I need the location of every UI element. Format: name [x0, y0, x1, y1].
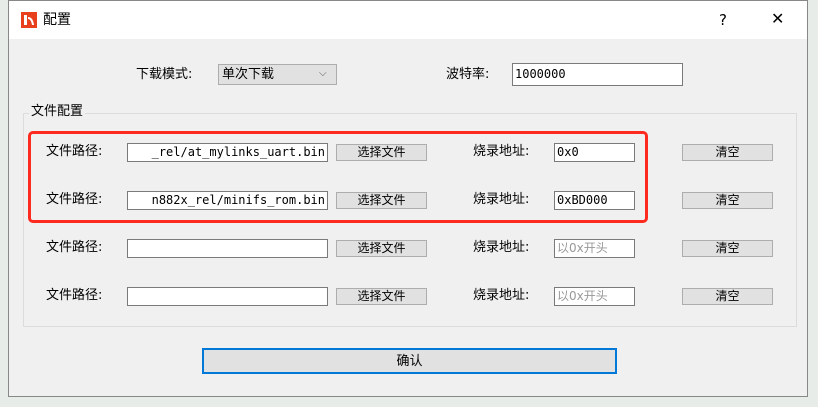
flash-address-label: 烧录地址: — [473, 144, 530, 159]
file-path-label: 文件路径: — [46, 288, 103, 303]
choose-file-button[interactable]: 选择文件 — [336, 288, 427, 305]
close-button[interactable]: ✕ — [771, 10, 784, 28]
file-path-input[interactable] — [127, 287, 328, 306]
file-path-input[interactable]: _rel/at_mylinks_uart.bin — [127, 143, 328, 162]
choose-file-button[interactable]: 选择文件 — [336, 192, 427, 209]
download-mode-select[interactable]: 单次下载 ⌵ — [218, 64, 337, 85]
confirm-button[interactable]: 确认 — [202, 348, 617, 374]
clear-button[interactable]: 清空 — [682, 240, 773, 257]
download-mode-value: 单次下载 — [222, 67, 275, 82]
flash-address-input[interactable]: 以0x开头 — [554, 287, 635, 306]
choose-file-button[interactable]: 选择文件 — [336, 240, 427, 257]
config-dialog: 配置 ? ✕ 下载模式: 单次下载 ⌵ 波特率: 1000000 文件配置 文件… — [8, 0, 808, 397]
dialog-title: 配置 — [43, 12, 71, 28]
file-path-label: 文件路径: — [46, 144, 103, 159]
file-path-input[interactable]: n882x_rel/minifs_rom.bin — [127, 191, 328, 210]
file-path-label: 文件路径: — [46, 240, 103, 255]
baud-label: 波特率: — [446, 67, 490, 82]
clear-button[interactable]: 清空 — [682, 192, 773, 209]
title-bar: 配置 ? ✕ — [9, 1, 807, 39]
baud-input[interactable]: 1000000 — [512, 63, 683, 86]
file-path-input[interactable] — [127, 239, 328, 258]
group-title: 文件配置 — [29, 103, 86, 121]
file-path-label: 文件路径: — [46, 192, 103, 207]
flash-address-input[interactable]: 以0x开头 — [554, 239, 635, 258]
download-mode-label: 下载模式: — [136, 67, 193, 82]
clear-button[interactable]: 清空 — [682, 288, 773, 305]
clear-button[interactable]: 清空 — [682, 144, 773, 161]
flash-address-input[interactable]: 0x0 — [554, 143, 635, 162]
chevron-down-icon: ⌵ — [319, 68, 327, 79]
flash-address-label: 烧录地址: — [473, 240, 530, 255]
flash-address-label: 烧录地址: — [473, 192, 530, 207]
flash-address-input[interactable]: 0xBD000 — [554, 191, 635, 210]
app-logo-icon — [21, 12, 37, 28]
choose-file-button[interactable]: 选择文件 — [336, 144, 427, 161]
help-button[interactable]: ? — [719, 11, 727, 29]
flash-address-label: 烧录地址: — [473, 288, 530, 303]
